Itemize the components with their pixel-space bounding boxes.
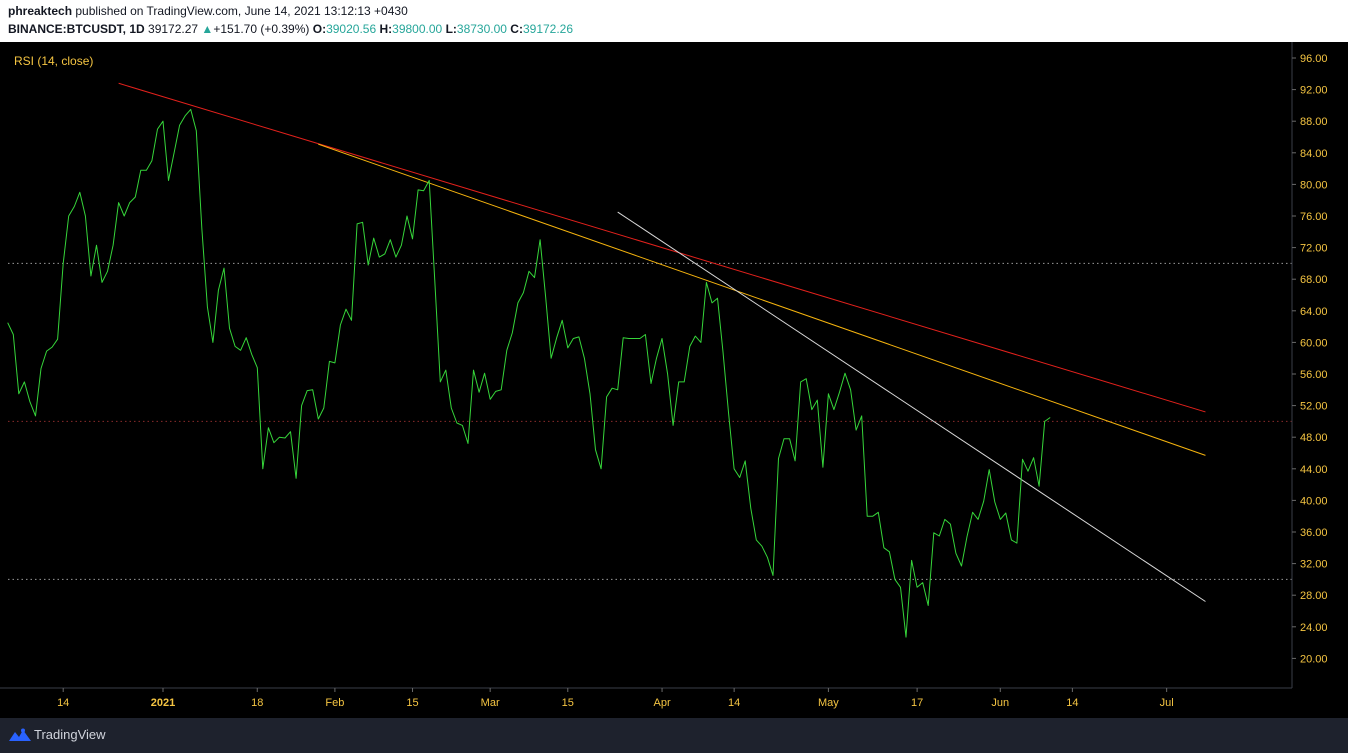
- symbol-info: BINANCE:BTCUSDT, 1D 39172.27 ▲+151.70 (+…: [8, 22, 573, 36]
- x-tick-label: 17: [911, 697, 923, 709]
- y-tick-label: 80.00: [1300, 179, 1328, 191]
- close-value: 39172.26: [522, 22, 574, 36]
- y-tick-label: 88.00: [1300, 116, 1328, 128]
- high-value: 39800.00: [392, 22, 443, 36]
- trendline-red[interactable]: [118, 82, 1206, 413]
- x-tick-label: 18: [251, 697, 263, 709]
- tradingview-logo-icon[interactable]: [8, 728, 32, 742]
- change-up-icon: ▲: [201, 22, 214, 36]
- open-label: O:: [312, 22, 327, 36]
- y-tick-label: 40.00: [1300, 495, 1328, 507]
- y-tick-label: 44.00: [1300, 464, 1328, 476]
- close-label: C:: [510, 22, 523, 36]
- y-axis[interactable]: 96.00 92.00 88.00 84.00 80.00 76.00 72.00 68.00…: [1291, 42, 1328, 688]
- x-tick-label: 2021: [151, 697, 175, 709]
- high-label: H:: [379, 22, 393, 36]
- published-text: published on TradingView.com, June 14, 2…: [75, 4, 408, 18]
- y-tick-label: 72.00: [1300, 243, 1328, 255]
- x-axis[interactable]: 14 2021 18 Feb 15 Mar 15 Apr 14 May 17 Jun 14 Jul: [0, 687, 1292, 709]
- indicator-title[interactable]: RSI (14, close): [14, 54, 93, 68]
- open-value: 39020.56: [326, 22, 377, 36]
- symbol-label[interactable]: BINANCE:BTCUSDT, 1D: [8, 22, 145, 36]
- y-tick-label: 68.00: [1300, 274, 1328, 286]
- reference-levels: [8, 262, 1292, 580]
- y-tick-label: 84.00: [1300, 148, 1328, 160]
- publisher-name[interactable]: phreaktech: [8, 4, 72, 18]
- y-tick-label: 36.00: [1300, 527, 1328, 539]
- rsi-chart-svg[interactable]: 96.00 92.00 88.00 84.00 80.00 76.00 72.00 68.00…: [0, 42, 1348, 718]
- x-tick-label: 14: [728, 697, 740, 709]
- last-price: 39172.27: [148, 22, 199, 36]
- y-tick-label: 96.00: [1300, 53, 1328, 65]
- y-tick-label: 76.00: [1300, 211, 1328, 223]
- x-tick-label: 15: [562, 697, 574, 709]
- chart-header: phreaktech published on TradingView.com,…: [0, 0, 1348, 40]
- x-tick-label: Feb: [325, 697, 344, 709]
- y-tick-label: 24.00: [1300, 622, 1328, 634]
- publish-info: phreaktech published on TradingView.com,…: [8, 4, 408, 18]
- x-tick-label: 15: [406, 697, 418, 709]
- y-tick-label: 56.00: [1300, 369, 1328, 381]
- price-change: +151.70 (+0.39%): [213, 22, 310, 36]
- y-tick-label: 64.00: [1300, 306, 1328, 318]
- footer-bar: TradingView: [0, 718, 1348, 753]
- y-tick-label: 52.00: [1300, 401, 1328, 413]
- x-tick-label: 14: [1066, 697, 1078, 709]
- y-tick-label: 92.00: [1300, 85, 1328, 97]
- rsi-chart[interactable]: 96.00 92.00 88.00 84.00 80.00 76.00 72.00 68.00…: [0, 42, 1348, 718]
- low-value: 38730.00: [456, 22, 507, 36]
- x-tick-label: Mar: [481, 697, 500, 709]
- x-tick-label: May: [818, 697, 839, 709]
- y-tick-label: 20.00: [1300, 653, 1328, 665]
- x-tick-label: Jun: [991, 697, 1009, 709]
- y-tick-label: 48.00: [1300, 432, 1328, 444]
- x-tick-label: Apr: [653, 697, 670, 709]
- tradingview-brand[interactable]: TradingView: [34, 727, 106, 742]
- x-tick-label: 14: [57, 697, 69, 709]
- y-tick-label: 28.00: [1300, 590, 1328, 602]
- y-tick-label: 32.00: [1300, 559, 1328, 571]
- y-tick-label: 60.00: [1300, 337, 1328, 349]
- rsi-line-0: [7, 108, 1051, 638]
- trendline-white[interactable]: [617, 211, 1206, 602]
- trendlines[interactable]: [118, 82, 1206, 602]
- low-label: L:: [445, 22, 457, 36]
- x-tick-label: Jul: [1160, 697, 1174, 709]
- rsi-series: [7, 108, 1051, 638]
